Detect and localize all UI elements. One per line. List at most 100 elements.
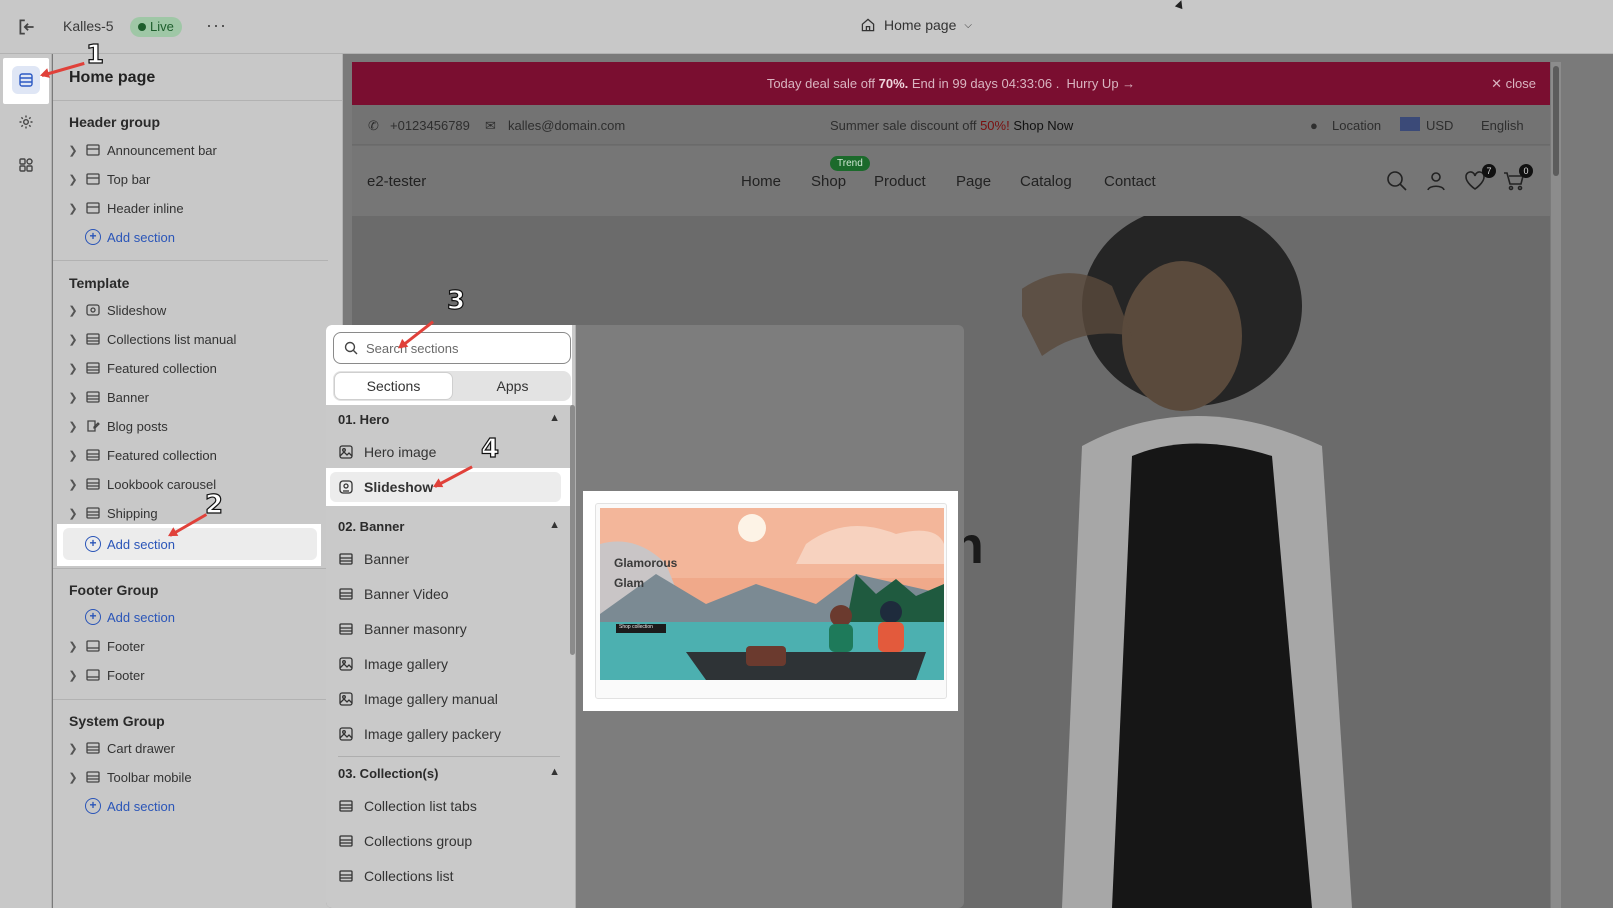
wishlist-count-badge: 7 [1482, 164, 1496, 178]
account-icon[interactable] [1425, 170, 1447, 192]
section-option-banner-masonry[interactable]: Banner masonry [338, 614, 560, 644]
currency-selector[interactable]: USD [1426, 118, 1453, 133]
category-collections[interactable]: 03. Collection(s) ▲ [338, 766, 560, 781]
nav-shop[interactable]: Shop [811, 173, 846, 190]
chevron-up-icon[interactable]: ▲ [549, 412, 560, 424]
apps-rail-button[interactable] [12, 151, 40, 179]
sidebar-item-footer-2[interactable]: ❯ Footer [65, 662, 325, 688]
chevron-right-icon[interactable]: ❯ [65, 742, 81, 755]
section-option-hero-image[interactable]: Hero image [338, 437, 560, 467]
section-option-collection-list-tabs[interactable]: Collection list tabs [338, 791, 560, 821]
chevron-right-icon[interactable]: ❯ [65, 507, 81, 520]
chevron-up-icon[interactable]: ▲ [549, 519, 560, 531]
picker-tabs: Sections Apps [333, 371, 571, 401]
announcement-message: Today deal sale off 70%. End in 99 days … [352, 76, 1550, 91]
announcement-close-button[interactable]: ✕ close [1491, 76, 1536, 92]
sidebar-item-footer[interactable]: ❯ Footer [65, 633, 325, 659]
chevron-right-icon[interactable]: ❯ [65, 173, 81, 186]
section-icon [339, 588, 353, 600]
sidebar-item-slideshow[interactable]: ❯ Slideshow [65, 297, 325, 323]
section-option-banner[interactable]: Banner [338, 544, 560, 574]
section-option-image-gallery[interactable]: Image gallery [338, 649, 560, 679]
chevron-right-icon[interactable]: ❯ [65, 333, 81, 346]
location-link[interactable]: Location [1332, 118, 1381, 133]
search-sections-input[interactable] [366, 340, 556, 356]
chevron-right-icon[interactable]: ❯ [65, 304, 81, 317]
chevron-right-icon[interactable]: ❯ [65, 391, 81, 404]
chevron-right-icon[interactable]: ❯ [65, 362, 81, 375]
section-icon [86, 362, 100, 374]
sidebar-item-header-inline[interactable]: ❯ Header inline [65, 195, 325, 221]
sidebar-item-cart-drawer[interactable]: ❯ Cart drawer [65, 735, 325, 761]
store-logo[interactable]: e2-tester [367, 173, 426, 190]
search-icon[interactable] [1386, 170, 1408, 192]
chevron-right-icon[interactable]: ❯ [65, 144, 81, 157]
phone-number[interactable]: +0123456789 [390, 118, 470, 133]
chevron-right-icon[interactable]: ❯ [65, 771, 81, 784]
search-field[interactable] [333, 332, 571, 364]
sidebar-item-lookbook-carousel[interactable]: ❯ Lookbook carousel [65, 471, 325, 497]
tab-sections[interactable]: Sections [334, 372, 453, 400]
section-option-image-gallery-manual[interactable]: Image gallery manual [338, 684, 560, 714]
chevron-right-icon[interactable]: ❯ [65, 640, 81, 653]
nav-contact[interactable]: Contact [1104, 173, 1156, 190]
section-option-label: Slideshow [364, 479, 434, 495]
sidebar-item-blog-posts[interactable]: ❯ Blog posts [65, 413, 325, 439]
section-option-image-gallery-packery[interactable]: Image gallery packery [338, 719, 560, 749]
chevron-right-icon[interactable]: ❯ [65, 202, 81, 215]
section-icon [339, 623, 353, 635]
settings-rail-button[interactable] [12, 108, 40, 136]
chevron-up-icon[interactable]: ▲ [549, 766, 560, 778]
section-option-label: Image gallery packery [364, 726, 501, 742]
sidebar-item-label: Slideshow [107, 302, 167, 318]
sidebar-item-featured-collection-2[interactable]: ❯ Featured collection [65, 442, 325, 468]
section-icon [339, 835, 353, 847]
annotation-step-1: 1 [85, 39, 105, 70]
scrollbar-thumb[interactable] [1553, 66, 1559, 176]
category-banner[interactable]: 02. Banner ▲ [338, 519, 560, 534]
promo-cta[interactable]: Shop Now [1010, 118, 1073, 133]
sidebar-item-label: Footer [107, 667, 145, 683]
sidebar-item-top-bar[interactable]: ❯ Top bar [65, 166, 325, 192]
page-selector[interactable]: Home page ⌵ [860, 17, 972, 33]
section-icon [86, 449, 100, 461]
sidebar-item-label: Shipping [107, 505, 158, 521]
top-info-bar: ✆ +0123456789 ✉ kalles@domain.com Summer… [352, 105, 1550, 145]
sections-rail-button[interactable] [12, 66, 40, 94]
editor-topbar: Kalles-5 Live ··· Home page ⌵ [0, 0, 1613, 54]
template-add-section-button[interactable]: + Add section [65, 531, 325, 557]
footer-group-title: Footer Group [69, 582, 159, 598]
sidebar-item-banner[interactable]: ❯ Banner [65, 384, 325, 410]
chevron-right-icon[interactable]: ❯ [65, 478, 81, 491]
nav-page[interactable]: Page [956, 173, 991, 190]
more-actions-button[interactable]: ··· [206, 15, 227, 36]
sidebar-item-toolbar-mobile[interactable]: ❯ Toolbar mobile [65, 764, 325, 790]
announcement-link[interactable]: Hurry Up → [1067, 76, 1136, 91]
preview-scrollbar[interactable] [1551, 62, 1561, 908]
chevron-right-icon[interactable]: ❯ [65, 420, 81, 433]
nav-catalog[interactable]: Catalog [1020, 173, 1072, 190]
footer-add-section-button[interactable]: + Add section [65, 604, 325, 630]
section-option-collections-list[interactable]: Collections list [338, 861, 560, 891]
system-add-section-button[interactable]: + Add section [65, 793, 325, 819]
sidebar-item-collections-list-manual[interactable]: ❯ Collections list manual [65, 326, 325, 352]
section-option-banner-video[interactable]: Banner Video [338, 579, 560, 609]
add-section-label: Add section [107, 609, 175, 625]
thumbnail-heading: Glamorous [614, 556, 678, 570]
location-pin-icon: ● [1310, 118, 1318, 133]
chevron-right-icon[interactable]: ❯ [65, 449, 81, 462]
category-hero[interactable]: 01. Hero ▲ [338, 412, 560, 427]
sidebar-item-announcement-bar[interactable]: ❯ Announcement bar [65, 137, 325, 163]
nav-home[interactable]: Home [741, 173, 781, 190]
header-add-section-button[interactable]: + Add section [65, 224, 325, 250]
nav-product[interactable]: Product [874, 173, 926, 190]
tab-apps[interactable]: Apps [454, 371, 571, 401]
icon-rail [0, 54, 52, 908]
chevron-right-icon[interactable]: ❯ [65, 669, 81, 682]
language-selector[interactable]: English [1481, 118, 1524, 133]
exit-icon[interactable] [16, 16, 38, 38]
section-option-collections-group[interactable]: Collections group [338, 826, 560, 856]
email-address[interactable]: kalles@domain.com [508, 118, 625, 133]
picker-scrollbar[interactable] [570, 405, 575, 655]
sidebar-item-featured-collection[interactable]: ❯ Featured collection [65, 355, 325, 381]
